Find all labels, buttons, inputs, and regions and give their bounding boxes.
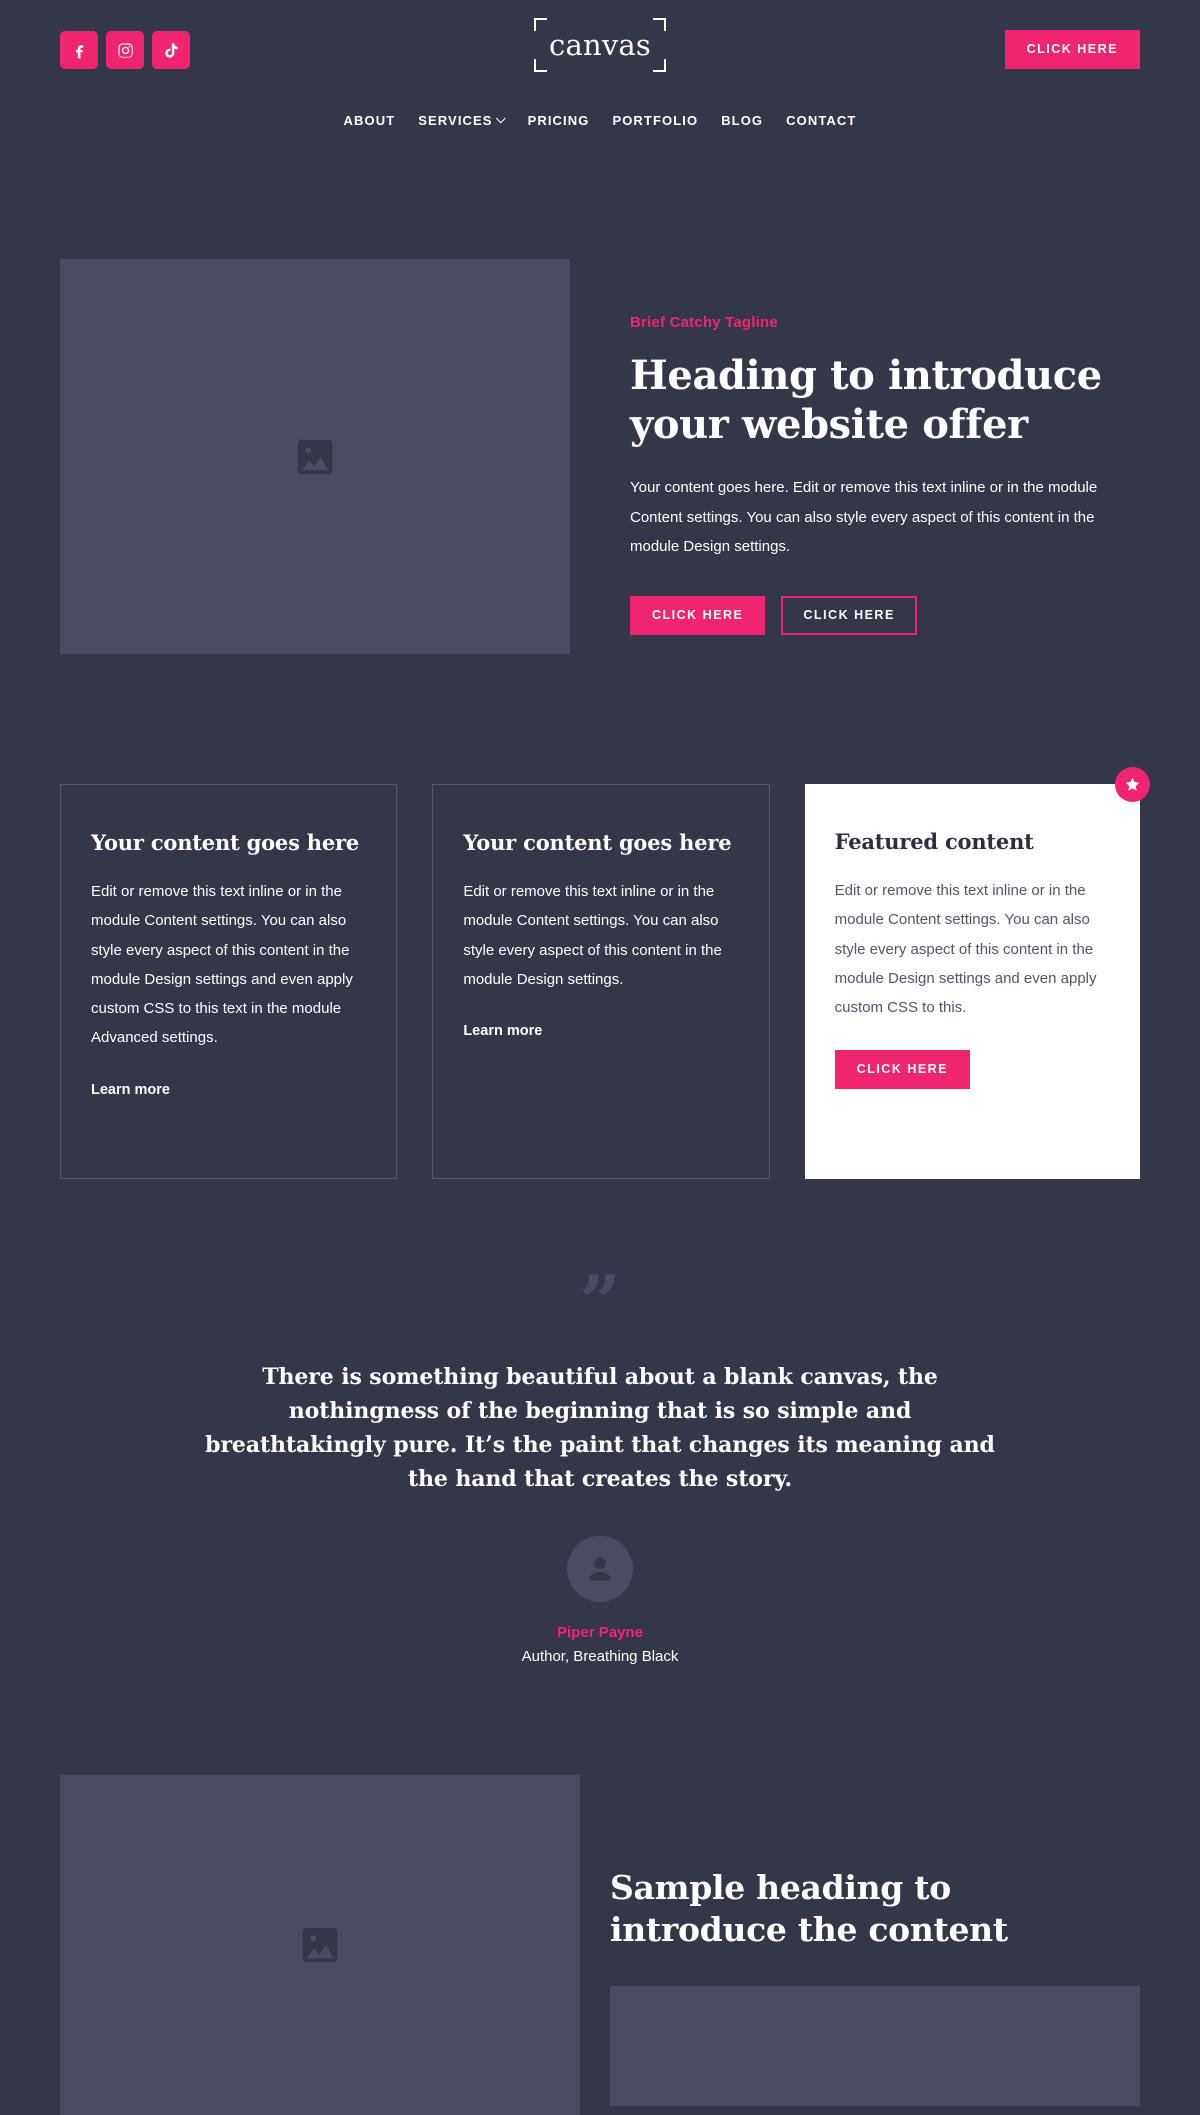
quote-mark-icon: ” [579, 1259, 621, 1344]
chevron-down-icon [495, 113, 506, 124]
logo-bracket-top-left [534, 18, 547, 31]
hero-primary-button[interactable]: CLICK HERE [630, 596, 766, 635]
bottom-content: Sample heading to introduce the content [610, 1775, 1140, 2107]
instagram-icon-button[interactable] [106, 31, 144, 69]
image-placeholder-icon [302, 1928, 338, 1963]
testimonial-author-role: Author, Breathing Black [521, 1648, 679, 1666]
user-avatar-icon [590, 1558, 610, 1581]
card-body: Edit or remove this text inline or in th… [91, 883, 353, 1047]
featured-card-button[interactable]: CLICK HERE [834, 1050, 971, 1089]
nav-item-services[interactable]: SERVICES [418, 113, 506, 128]
card-title: Your content goes here [463, 830, 732, 855]
hero-section: Brief Catchy Tagline Heading to introduc… [0, 127, 1200, 654]
nav-item-pricing[interactable]: PRICING [528, 114, 590, 127]
site-header: canvas CLICK HERE [0, 0, 1200, 100]
nav-label: SERVICES [418, 113, 493, 128]
feature-cards-section: Your content goes here Edit or remove th… [0, 654, 1200, 1179]
hero-tagline: Brief Catchy Tagline [630, 314, 778, 331]
hero-heading: Heading to introduce your website offer [630, 352, 1102, 449]
main-navigation: ABOUT SERVICES PRICING PORTFOLIO BLOG CO… [0, 100, 1200, 127]
testimonial-quote: There is something beautiful about a bla… [205, 1364, 995, 1493]
nav-item-contact[interactable]: CONTACT [786, 114, 856, 127]
logo-bracket-bottom-right [653, 59, 666, 72]
nav-label: PRICING [527, 113, 590, 128]
hero-button-group: CLICK HERE CLICK HERE [630, 596, 1140, 635]
hero-content: Brief Catchy Tagline Heading to introduc… [630, 259, 1140, 635]
card-body: Edit or remove this text inline or in th… [463, 883, 722, 988]
bottom-section: Sample heading to introduce the content [0, 1665, 1200, 2115]
hero-secondary-button[interactable]: CLICK HERE [781, 596, 917, 635]
feature-card-1: Your content goes here Edit or remove th… [60, 784, 398, 1179]
social-links [60, 31, 190, 69]
hero-body-text: Your content goes here. Edit or remove t… [630, 479, 1098, 555]
card-learn-more-link[interactable]: Learn more [463, 1023, 542, 1039]
bottom-image-placeholder [60, 1775, 580, 2115]
testimonial-section: ” There is something beautiful about a b… [0, 1179, 1200, 1666]
nav-item-about[interactable]: ABOUT [344, 114, 396, 127]
nav-label: CONTACT [786, 113, 857, 128]
nav-item-portfolio[interactable]: PORTFOLIO [612, 114, 698, 127]
header-cta-button[interactable]: CLICK HERE [1004, 30, 1140, 69]
card-learn-more-link[interactable]: Learn more [91, 1082, 170, 1098]
page-root: canvas CLICK HERE ABOUT SERVICES PRICING… [0, 0, 1200, 2115]
facebook-icon-button[interactable] [60, 31, 98, 69]
star-icon [1125, 777, 1140, 791]
nav-label: PORTFOLIO [612, 113, 699, 128]
nav-label: BLOG [721, 113, 764, 128]
logo-text: canvas [549, 27, 651, 62]
logo-bracket-top-right [653, 18, 666, 31]
testimonial-author-name: Piper Payne [557, 1624, 643, 1642]
bottom-sub-placeholder [610, 1986, 1140, 2107]
instagram-icon [117, 42, 133, 58]
nav-item-blog[interactable]: BLOG [721, 114, 763, 127]
hero-image-placeholder [60, 259, 570, 654]
tiktok-icon-button[interactable] [152, 31, 190, 69]
card-title: Your content goes here [91, 830, 360, 855]
card-title: Featured content [834, 829, 1034, 854]
tiktok-icon [164, 42, 178, 58]
card-body: Edit or remove this text inline or in th… [834, 882, 1097, 1016]
image-placeholder-icon [297, 439, 333, 474]
bottom-heading: Sample heading to introduce the content [610, 1868, 1008, 1950]
feature-card-featured: Featured content Edit or remove this tex… [804, 767, 1150, 1179]
feature-card-2: Your content goes here Edit or remove th… [432, 784, 770, 1179]
avatar [567, 1536, 633, 1603]
site-logo[interactable]: canvas [534, 14, 666, 76]
nav-label: ABOUT [343, 113, 396, 128]
facebook-icon [75, 44, 83, 58]
logo-bracket-bottom-left [534, 59, 547, 72]
featured-star-badge[interactable] [1114, 767, 1150, 802]
